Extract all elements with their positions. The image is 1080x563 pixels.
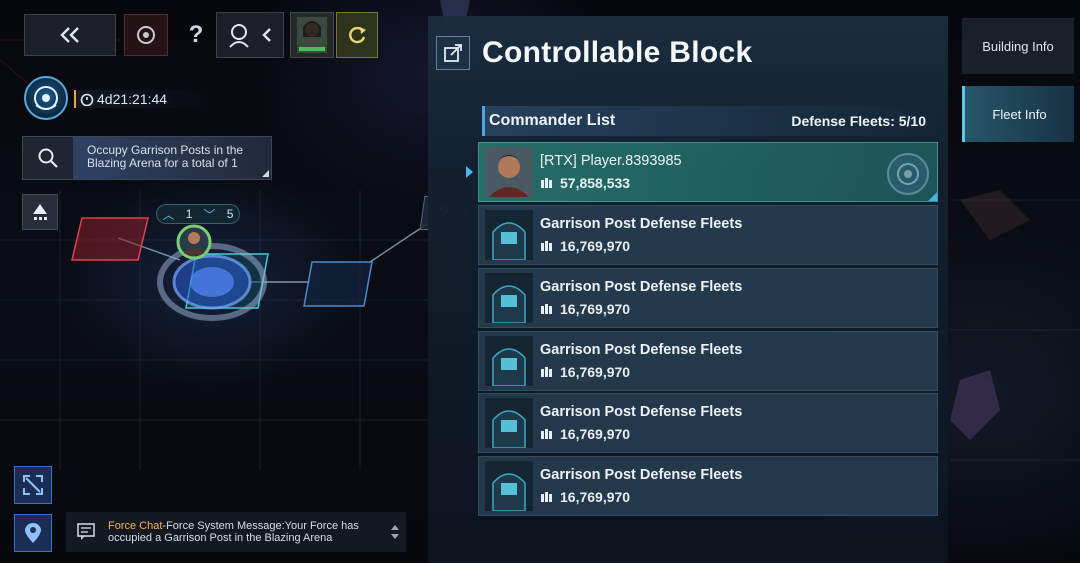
defense-fleet-portrait <box>485 461 533 511</box>
chat-icon[interactable] <box>66 523 108 541</box>
commander-name: Garrison Post Defense Fleets <box>540 342 743 358</box>
ship-layer-icon <box>33 204 47 220</box>
fleet-power-icon <box>541 304 552 314</box>
fleet-power-icon <box>541 492 552 502</box>
panel-header: Controllable Block <box>436 36 752 70</box>
tab-building-info[interactable]: Building Info <box>962 18 1074 74</box>
up-down-arrows-icon <box>391 525 399 539</box>
layer-toggle-button[interactable] <box>22 194 58 230</box>
double-chevron-left-icon <box>60 27 79 43</box>
target-icon <box>137 26 155 44</box>
fleet-power: 16,769,970 <box>540 364 742 380</box>
commander-row-defense[interactable]: Garrison Post Defense Fleets 16,769,970 <box>478 268 938 328</box>
chat-message: Force Chat-Force System Message:Your For… <box>108 520 384 544</box>
chat-bar[interactable]: Force Chat-Force System Message:Your For… <box>66 512 406 552</box>
help-button[interactable]: ? <box>178 16 214 54</box>
force-emblem[interactable] <box>24 76 68 120</box>
fleet-power-icon <box>541 367 552 377</box>
chevron-up-icon: ︿ <box>162 207 175 222</box>
chat-channel: Force Chat <box>108 520 163 532</box>
defense-fleet-portrait <box>485 210 533 260</box>
defense-fleet-portrait <box>485 273 533 323</box>
refresh-icon <box>349 26 366 44</box>
fleet-power-icon <box>541 429 552 439</box>
commander-name: [RTX] Player.8393985 <box>540 153 682 169</box>
fleet-power: 16,769,970 <box>540 489 742 505</box>
mission-tracker[interactable]: Occupy Garrison Posts in the Blazing Are… <box>22 136 272 180</box>
selection-arrow-icon <box>466 166 473 178</box>
commander-name: Garrison Post Defense Fleets <box>540 216 743 232</box>
commander-list-title: Commander List <box>489 112 616 129</box>
fleet-power-icon <box>541 178 552 188</box>
node-fleet-badge: ︿ 1 ﹀ 5 <box>156 204 240 224</box>
fleet-power: 16,769,970 <box>540 301 742 317</box>
commander-row-player[interactable]: [RTX] Player.8393985 57,858,533 <box>478 142 938 202</box>
locate-button[interactable] <box>14 514 52 552</box>
chat-expand-button[interactable] <box>384 524 406 540</box>
map-pin-icon <box>25 523 41 543</box>
search-icon[interactable] <box>23 137 73 179</box>
fullscreen-button[interactable] <box>14 466 52 504</box>
commander-map-marker[interactable] <box>176 224 212 260</box>
defense-fleet-portrait <box>485 398 533 448</box>
commander-name: Garrison Post Defense Fleets <box>540 404 743 420</box>
commander-row-defense[interactable]: Garrison Post Defense Fleets 16,769,970 <box>478 456 938 516</box>
commander-row-defense[interactable]: Garrison Post Defense Fleets 16,769,970 <box>478 205 938 265</box>
fleet-power-icon <box>541 241 552 251</box>
expand-icon <box>23 475 43 495</box>
row-corner-icon <box>928 192 937 201</box>
defense-fleets-count: Defense Fleets: 5/10 <box>791 113 926 129</box>
external-link-icon[interactable] <box>436 36 470 70</box>
commander-row-defense[interactable]: Garrison Post Defense Fleets 16,769,970 <box>478 331 938 391</box>
tab-fleet-info[interactable]: Fleet Info <box>962 86 1074 142</box>
chevron-down-icon: ﹀ <box>203 207 216 222</box>
target-button[interactable] <box>124 14 168 56</box>
astronaut-icon <box>229 24 249 48</box>
commander-row-defense[interactable]: Garrison Post Defense Fleets 16,769,970 <box>478 393 938 453</box>
player-portrait <box>485 147 533 197</box>
player-avatar-button[interactable] <box>290 12 334 58</box>
node-down-count: 5 <box>226 207 234 221</box>
mission-text: Occupy Garrison Posts in the Blazing Are… <box>73 137 271 179</box>
question-icon: ? <box>188 21 204 48</box>
fleet-power: 16,769,970 <box>540 238 742 254</box>
commander-toggle-button[interactable] <box>216 12 284 58</box>
force-emblem-watermark-icon <box>887 153 929 195</box>
force-emblem-icon <box>34 86 58 110</box>
commander-name: Garrison Post Defense Fleets <box>540 467 743 483</box>
commander-list-header: Commander List Defense Fleets: 5/10 <box>482 106 936 136</box>
back-button[interactable] <box>24 14 116 56</box>
commander-name: Garrison Post Defense Fleets <box>540 279 743 295</box>
player-avatar <box>297 17 327 53</box>
node-up-count: 1 <box>185 207 193 221</box>
defense-fleet-portrait <box>485 336 533 386</box>
event-timer: 4d21:21:44 <box>74 90 214 108</box>
timer-text: 4d21:21:44 <box>97 91 168 107</box>
stopwatch-icon <box>80 93 94 106</box>
panel-title: Controllable Block <box>482 36 753 69</box>
chevron-left-icon <box>262 28 271 42</box>
refresh-button[interactable] <box>336 12 378 58</box>
corner-indicator-icon <box>262 170 269 177</box>
fleet-power: 57,858,533 <box>540 175 682 191</box>
fleet-power: 16,769,970 <box>540 426 742 442</box>
